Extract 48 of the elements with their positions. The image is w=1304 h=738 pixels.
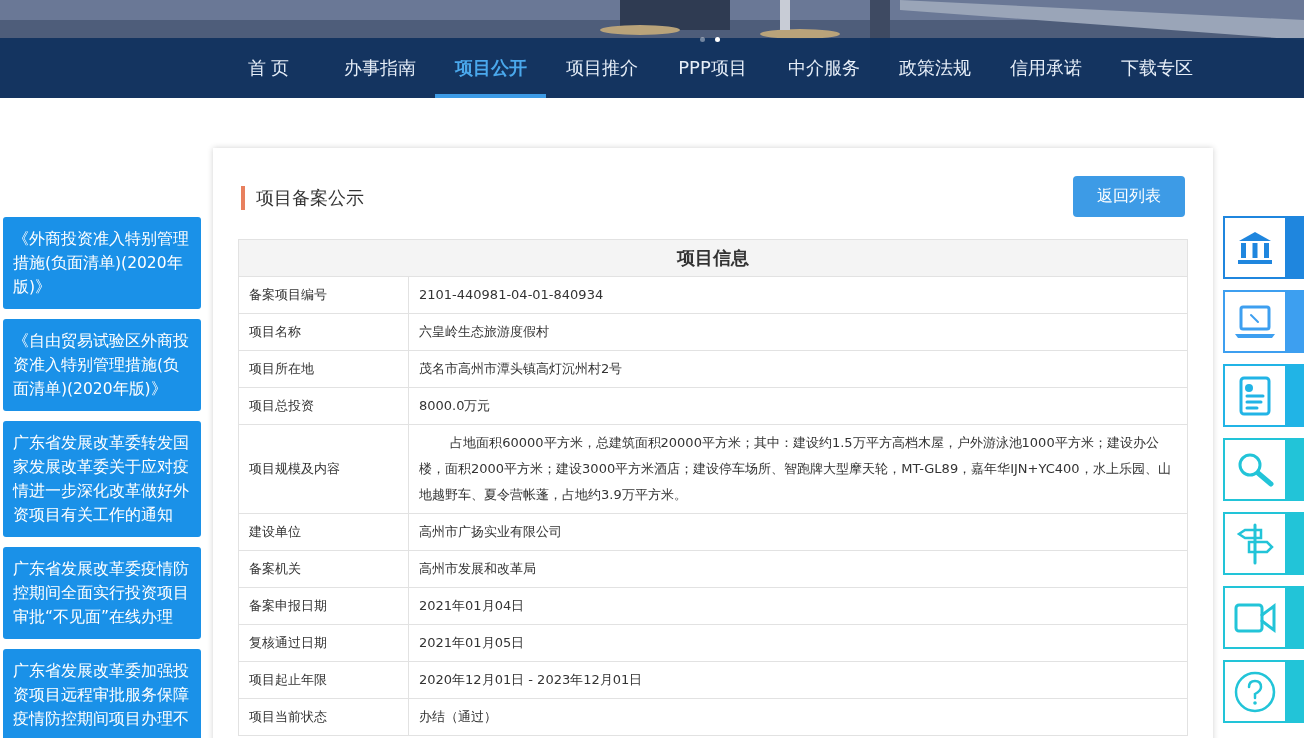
table-cell: 高州市发展和改革局	[408, 550, 1188, 588]
nav-tab[interactable]: 信用承诺	[990, 38, 1101, 98]
service-tile[interactable]	[1223, 364, 1304, 427]
table-heading: 项目信息	[238, 239, 1188, 277]
signpost-icon	[1235, 521, 1275, 566]
table-cell: 六皇岭生态旅游度假村	[408, 313, 1188, 351]
service-tile[interactable]	[1223, 512, 1304, 575]
document-icon	[1237, 374, 1273, 417]
service-tile[interactable]	[1223, 216, 1304, 279]
table-cell: 复核通过日期	[238, 624, 409, 662]
nav-tab[interactable]: 项目公开	[435, 38, 546, 98]
table-cell: 高州市广扬实业有限公司	[408, 513, 1188, 551]
table-cell: 茂名市高州市潭头镇高灯沉州村2号	[408, 350, 1188, 388]
service-tile[interactable]	[1223, 290, 1304, 353]
table-cell: 建设单位	[238, 513, 409, 551]
table-cell: 8000.0万元	[408, 387, 1188, 425]
table-cell: 2020年12月01日 - 2023年12月01日	[408, 661, 1188, 699]
table-cell: 备案申报日期	[238, 587, 409, 625]
nav-tab[interactable]: 中介服务	[768, 38, 879, 98]
table-cell: 2021年01月05日	[408, 624, 1188, 662]
nav-tab[interactable]: 办事指南	[324, 38, 435, 98]
table-cell: 备案机关	[238, 550, 409, 588]
table-cell: 项目所在地	[238, 350, 409, 388]
section-title: 项目备案公示	[241, 185, 364, 210]
table-cell: 备案项目编号	[238, 276, 409, 314]
table-cell: 项目规模及内容	[238, 424, 409, 514]
table-cell: 项目起止年限	[238, 661, 409, 699]
nav-tab[interactable]: 项目推介	[546, 38, 657, 98]
building-icon	[1235, 229, 1275, 266]
carousel-dot[interactable]	[700, 37, 705, 42]
service-tile[interactable]	[1223, 586, 1304, 649]
nav-tab[interactable]: PPP项目	[657, 38, 768, 98]
carousel-dot[interactable]	[715, 37, 720, 42]
table-cell: 项目总投资	[238, 387, 409, 425]
table-cell: 2021年01月04日	[408, 587, 1188, 625]
laptop-icon	[1233, 303, 1277, 340]
nav-tab[interactable]: 下载专区	[1101, 38, 1212, 98]
service-tile[interactable]	[1223, 438, 1304, 501]
nav-tab[interactable]: 政策法规	[879, 38, 990, 98]
table-cell: 项目名称	[238, 313, 409, 351]
nav-tab[interactable]: 首 页	[213, 38, 324, 98]
service-tile[interactable]	[1223, 660, 1304, 723]
table-cell: 办结（通过）	[408, 698, 1188, 736]
table-cell: 项目当前状态	[238, 698, 409, 736]
table-cell: 2101-440981-04-01-840934	[408, 276, 1188, 314]
video-camera-icon	[1233, 600, 1277, 635]
question-icon	[1233, 669, 1277, 714]
table-cell: 占地面积60000平方米，总建筑面积20000平方米；其中：建设约1.5万平方高档木屋，户外游泳池1000平方米；建设办公楼，面积2000平方米；建设3000平方米酒店；建设停车场所、智跑牌大型摩天轮，MT-GL89，嘉年华IJN+YC400，水上乐园、山地越野车、夏令营帐蓬，占地约3.9万平方米。	[408, 424, 1188, 514]
